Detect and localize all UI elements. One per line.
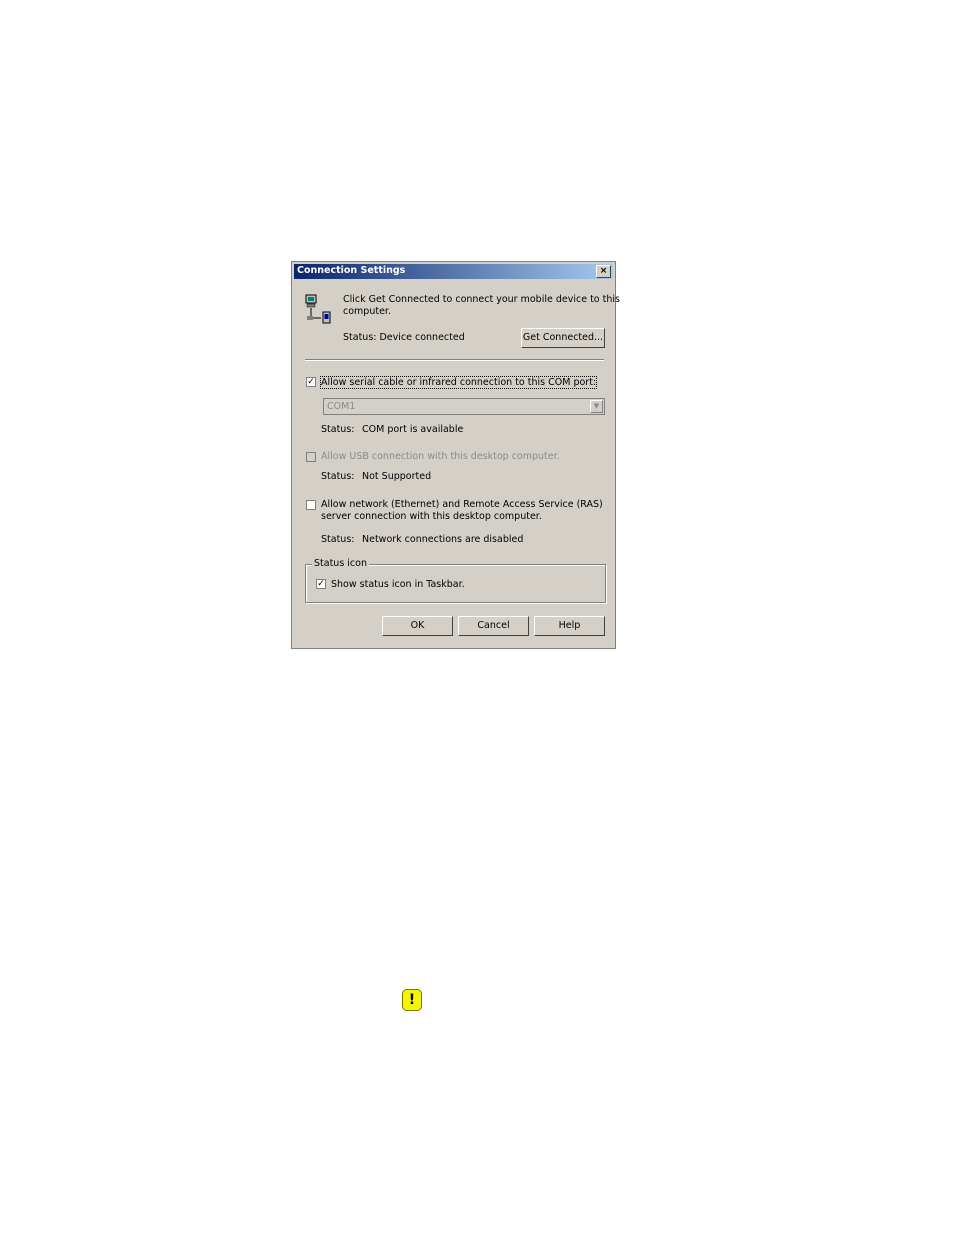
show-status-icon-label[interactable]: Show status icon in Taskbar.	[331, 579, 465, 590]
usb-status-value: Not Supported	[362, 471, 432, 482]
help-button[interactable]: Help	[534, 616, 605, 636]
network-checkbox[interactable]	[306, 500, 316, 510]
usb-checkbox-label[interactable]: Allow USB connection with this desktop c…	[321, 451, 560, 462]
get-connected-button[interactable]: Get Connected...	[521, 328, 605, 348]
serial-checkbox[interactable]: ✓	[306, 377, 316, 387]
network-status-label: Status:	[321, 534, 355, 545]
com-status-label: Status:	[321, 424, 355, 435]
intro-text-line1: Click Get Connected to connect your mobi…	[343, 294, 620, 305]
status-icon-group: Status icon ✓ Show status icon in Taskba…	[305, 558, 606, 603]
chevron-down-icon[interactable]: ▼	[590, 400, 603, 413]
com-port-value: COM1	[327, 401, 356, 412]
title-bar: Connection Settings ×	[294, 264, 613, 279]
close-button[interactable]: ×	[596, 265, 611, 278]
com-port-select[interactable]: COM1 ▼	[323, 398, 605, 415]
connection-settings-dialog: Connection Settings × Click Get Connecte…	[291, 261, 620, 649]
show-status-icon-checkbox[interactable]: ✓	[316, 579, 326, 589]
com-status-value: COM port is available	[362, 424, 464, 435]
warning-icon: !	[402, 989, 422, 1011]
status-icon-group-title: Status icon	[312, 558, 369, 569]
ok-button[interactable]: OK	[382, 616, 453, 636]
computer-connection-icon	[305, 294, 335, 326]
serial-checkbox-label[interactable]: Allow serial cable or infrared connectio…	[319, 376, 598, 389]
cancel-button[interactable]: Cancel	[458, 616, 529, 636]
network-status-value: Network connections are disabled	[362, 534, 524, 545]
device-status: Status: Device connected	[343, 332, 465, 343]
dialog-title: Connection Settings	[297, 265, 406, 276]
network-checkbox-label-line1[interactable]: Allow network (Ethernet) and Remote Acce…	[321, 499, 603, 510]
usb-checkbox[interactable]	[306, 452, 316, 462]
usb-status-label: Status:	[321, 471, 355, 482]
separator	[305, 359, 604, 361]
intro-text-line2: computer.	[343, 306, 391, 317]
network-checkbox-label-line2[interactable]: server connection with this desktop comp…	[321, 511, 542, 522]
